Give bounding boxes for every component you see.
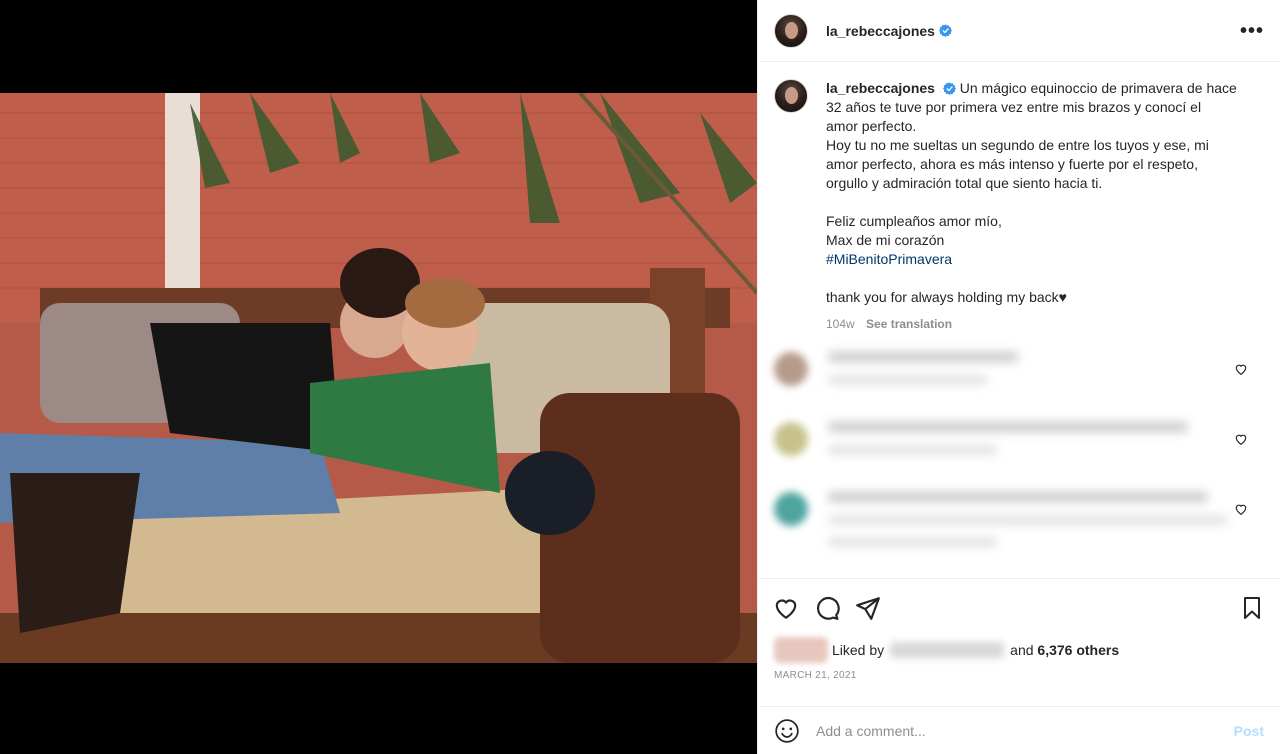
author-avatar[interactable]	[774, 13, 808, 48]
post-header: la_rebeccajones •••	[758, 0, 1280, 62]
caption-line: Un mágico equinoccio de primavera de hac…	[959, 80, 1237, 96]
comment-content-blurred	[828, 492, 1228, 560]
comment-content-blurred	[828, 422, 1188, 468]
post-media	[0, 0, 757, 754]
post-panel: la_rebeccajones ••• la_rebeccajones Un m…	[757, 0, 1280, 754]
comments-list	[774, 346, 1264, 556]
comment-item	[774, 486, 1264, 556]
caption-meta: 104w See translation	[826, 315, 1246, 334]
caption-line: amor perfecto, ahora es más intenso y fu…	[826, 156, 1198, 172]
commenter-avatar[interactable]	[774, 422, 808, 456]
caption-first-line: la_rebeccajones Un mágico equinoccio de …	[826, 80, 1237, 96]
commenter-avatar[interactable]	[774, 492, 808, 526]
liker-name-blurred[interactable]	[890, 642, 1005, 658]
caption-line: thank you for always holding my back♥	[826, 289, 1067, 305]
post-actions	[758, 578, 1280, 636]
caption: la_rebeccajones Un mágico equinoccio de …	[774, 79, 1264, 334]
caption-line: Feliz cumpleaños amor mío,	[826, 213, 1002, 229]
comment-item	[774, 416, 1264, 486]
post-date[interactable]: March 21, 2021	[774, 670, 857, 681]
comment-bubble-icon[interactable]	[813, 594, 841, 622]
verified-badge-icon	[938, 24, 952, 37]
likes-summary: Liked by and 6,376 others	[774, 636, 1264, 664]
see-translation-button[interactable]: See translation	[866, 317, 952, 331]
comment-item	[774, 346, 1264, 416]
comment-input[interactable]	[816, 722, 1234, 739]
comment-content-blurred	[828, 352, 1018, 398]
caption-avatar[interactable]	[774, 79, 808, 113]
like-heart-icon[interactable]	[772, 594, 800, 622]
commenter-avatar[interactable]	[774, 352, 808, 386]
liked-by-label: Liked by	[832, 642, 885, 658]
more-options-icon[interactable]: •••	[1240, 21, 1264, 41]
caption-text: la_rebeccajones Un mágico equinoccio de …	[826, 79, 1246, 334]
caption-username[interactable]: la_rebeccajones	[826, 80, 935, 96]
hashtag-link[interactable]: #MiBenitoPrimavera	[826, 250, 1246, 269]
save-bookmark-icon[interactable]	[1238, 594, 1266, 622]
caption-line: 32 años te tuve por primera vez entre mi…	[826, 99, 1202, 115]
others-count-link[interactable]: 6,376 others	[1037, 642, 1119, 658]
post-comment-button[interactable]: Post	[1234, 723, 1264, 739]
liker-avatars-blurred[interactable]	[774, 637, 828, 663]
author-username[interactable]: la_rebeccajones	[826, 23, 935, 39]
like-comment-heart-icon[interactable]	[1234, 362, 1248, 376]
verified-badge-icon	[942, 82, 956, 95]
caption-scroll-area[interactable]: la_rebeccajones Un mágico equinoccio de …	[758, 63, 1280, 577]
and-label: and	[1010, 642, 1034, 658]
like-comment-heart-icon[interactable]	[1234, 432, 1248, 446]
like-comment-heart-icon[interactable]	[1234, 502, 1248, 516]
caption-line: Hoy tu no me sueltas un segundo de entre…	[826, 137, 1209, 153]
post-photo[interactable]	[0, 93, 757, 663]
caption-line: Max de mi corazón	[826, 232, 945, 248]
caption-line: amor perfecto.	[826, 118, 917, 134]
add-comment-bar: Post	[758, 706, 1280, 754]
caption-line: orgullo y admiración total que siento ha…	[826, 175, 1103, 191]
post-age: 104w	[826, 317, 855, 331]
emoji-icon[interactable]	[774, 718, 800, 744]
share-paper-plane-icon[interactable]	[854, 594, 882, 622]
